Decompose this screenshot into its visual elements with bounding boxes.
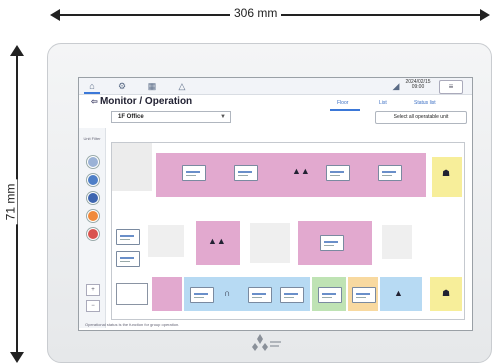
people-icon: ▲▲ — [208, 236, 226, 246]
width-arrow-left-head — [50, 9, 60, 21]
tab-status-list[interactable]: Status list — [414, 100, 436, 106]
tab-list[interactable]: List — [379, 100, 387, 106]
width-arrow-right-head — [480, 9, 490, 21]
tab-floor[interactable]: Floor — [337, 100, 348, 106]
person-icon: ☗ — [442, 288, 451, 298]
zone-bottom-pink[interactable] — [152, 277, 182, 311]
filter-fan-icon[interactable] — [87, 210, 99, 222]
tab-floor-indicator — [330, 109, 360, 111]
chevron-down-icon: ▼ — [220, 114, 226, 120]
touch-screen: ⌂ ⚙ ▦ △ ◢ 2024/02/15 09:00 ≡ ⇦ Monitor /… — [78, 77, 473, 331]
height-arrow-top-head — [10, 45, 24, 56]
select-all-button[interactable]: Select all operatable unit — [375, 111, 467, 124]
ac-unit[interactable] — [352, 287, 376, 303]
filter-cool-icon[interactable] — [87, 174, 99, 186]
height-arrow-bottom-head — [10, 352, 24, 363]
ac-unit[interactable] — [182, 165, 206, 181]
width-dimension: 306 mm — [50, 0, 490, 30]
menu-icon[interactable]: ≡ — [439, 80, 463, 94]
home-icon[interactable]: ⌂ — [87, 81, 97, 91]
settings-icon[interactable]: ⚙ — [117, 81, 127, 91]
width-dimension-label: 306 mm — [230, 6, 282, 20]
floor-plan: ▲▲ ☗ ▲▲ ∩ ▲ ☗ — [111, 142, 465, 320]
people-icon: ▲ — [394, 288, 403, 298]
door-icon: ∩ — [224, 288, 231, 298]
signal-icon: ◢ — [392, 81, 400, 91]
schedule-icon[interactable]: ▦ — [147, 81, 157, 91]
status-bar: Operational status is the function for g… — [85, 322, 180, 327]
alarm-icon[interactable]: △ — [177, 81, 187, 91]
zone-top-left — [112, 143, 152, 191]
floor-select[interactable]: 1F Office ▼ — [111, 111, 231, 123]
people-icon: ▲▲ — [292, 166, 310, 176]
page-title: ⇦ Monitor / Operation — [91, 96, 192, 107]
height-dimension-label: 71 mm — [3, 179, 18, 225]
scroll-up-button[interactable]: + — [86, 284, 100, 296]
zone-middle-grey-2 — [250, 223, 290, 263]
ac-unit[interactable] — [318, 287, 342, 303]
ac-unit[interactable] — [378, 165, 402, 181]
filter-label: Unit Filter — [83, 136, 101, 141]
date-time: 2024/02/15 09:00 — [405, 79, 431, 90]
ac-unit[interactable] — [116, 229, 140, 245]
filter-heat-icon[interactable] — [87, 228, 99, 240]
three-diamond-logo — [252, 334, 282, 357]
ac-unit[interactable] — [248, 287, 272, 303]
home-tab-indicator — [84, 92, 100, 94]
back-icon[interactable]: ⇦ — [91, 97, 100, 106]
ac-unit[interactable] — [280, 287, 304, 303]
ac-unit[interactable] — [234, 165, 258, 181]
ac-unit[interactable] — [190, 287, 214, 303]
ac-unit[interactable] — [326, 165, 350, 181]
zone-bottom-outline[interactable] — [116, 283, 148, 305]
floor-select-value: 1F Office — [118, 114, 144, 120]
zone-middle-grey-3 — [382, 225, 412, 259]
filter-all-icon[interactable] — [87, 156, 99, 168]
top-toolbar: ⌂ ⚙ ▦ △ ◢ 2024/02/15 09:00 ≡ — [79, 78, 472, 95]
scroll-down-button[interactable]: − — [86, 300, 100, 312]
height-dimension: 71 mm — [2, 45, 32, 363]
ac-unit[interactable] — [116, 251, 140, 267]
person-icon: ☗ — [442, 168, 451, 178]
filter-dry-icon[interactable] — [87, 192, 99, 204]
zone-middle-grey-1 — [148, 225, 184, 257]
ac-unit[interactable] — [320, 235, 344, 251]
page-title-text: Monitor / Operation — [99, 96, 193, 107]
